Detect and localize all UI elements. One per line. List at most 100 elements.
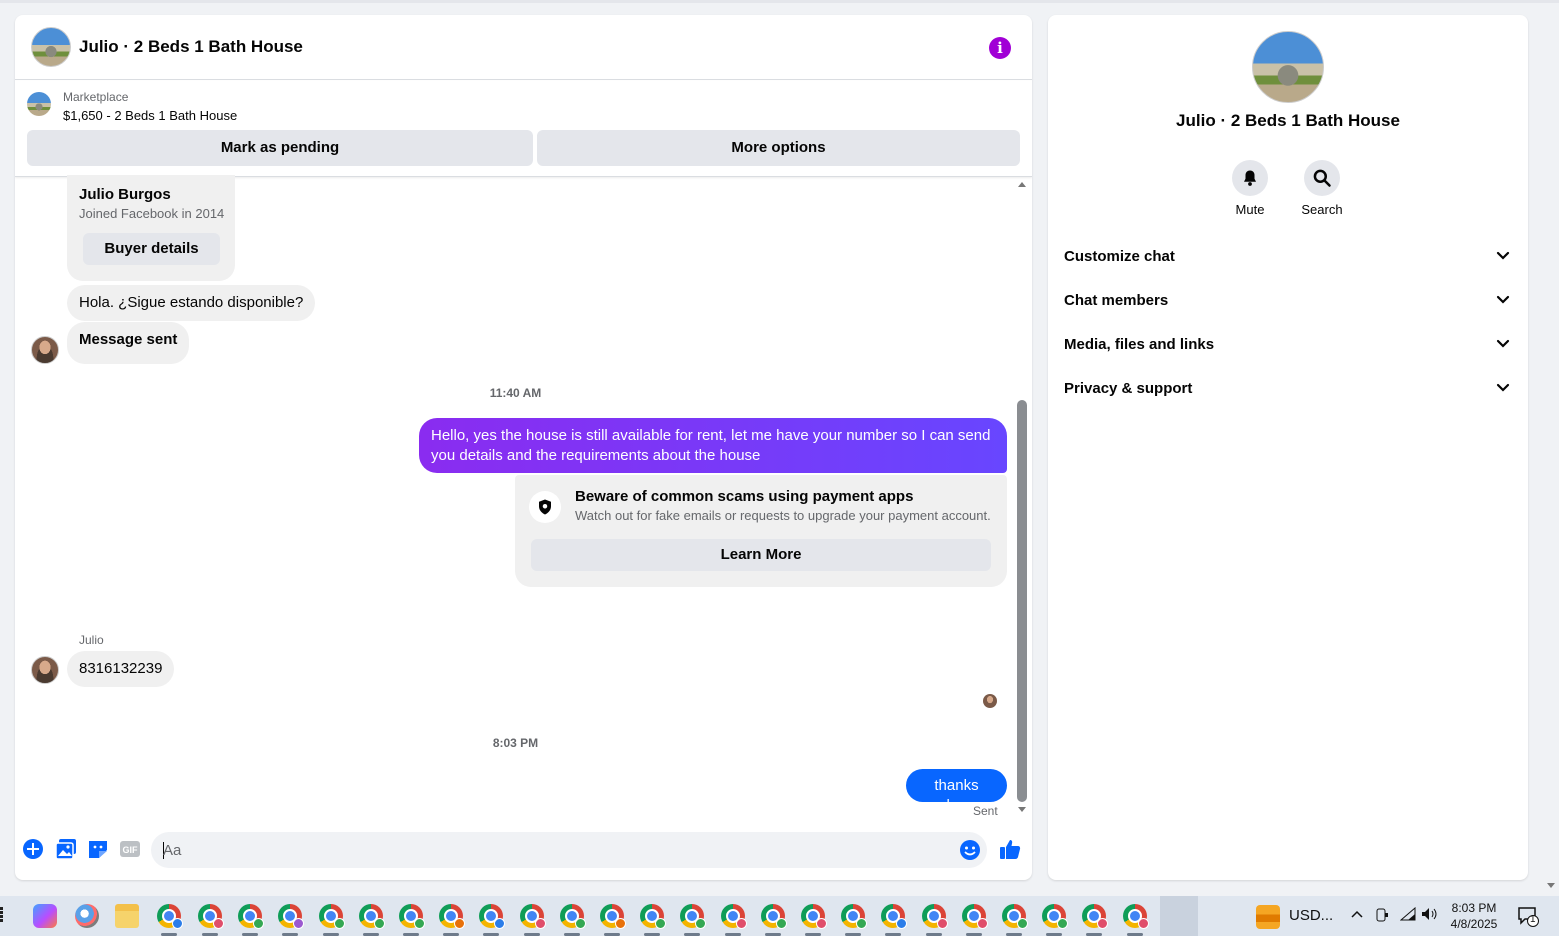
scam-description: Watch out for fake emails or requests to… — [575, 508, 991, 523]
chat-members-section[interactable]: Chat members — [1056, 281, 1520, 321]
profile-badge-icon — [655, 918, 667, 929]
chevron-up-icon[interactable] — [1350, 907, 1364, 924]
message-scrollbar[interactable] — [1017, 400, 1027, 802]
chrome-icon[interactable] — [640, 904, 667, 929]
section-label: Media, files and links — [1064, 336, 1215, 353]
sticker-icon[interactable] — [87, 838, 109, 860]
info-icon[interactable]: i — [989, 37, 1011, 59]
profile-badge-icon — [615, 918, 626, 929]
chrome-icon[interactable] — [760, 904, 787, 929]
emoji-icon[interactable] — [959, 839, 981, 861]
listing-title[interactable]: $1,650 - 2 Beds 1 Bath House — [63, 108, 237, 123]
chrome-icon[interactable] — [1002, 904, 1028, 929]
listing-avatar[interactable] — [31, 27, 71, 67]
start-icon[interactable] — [0, 906, 8, 926]
chrome-icon[interactable] — [198, 904, 224, 929]
chrome-icon[interactable] — [1122, 904, 1149, 929]
chat-title[interactable]: Julio · 2 Beds 1 Bath House — [79, 37, 303, 57]
chrome-icon[interactable] — [881, 904, 908, 929]
outgoing-message[interactable]: thanks dear — [906, 769, 1007, 814]
listing-thumbnail[interactable] — [27, 92, 51, 116]
chrome-icon[interactable] — [1042, 904, 1069, 929]
chrome-icon[interactable] — [680, 904, 707, 929]
chrome-icon[interactable] — [600, 904, 626, 929]
plus-icon[interactable] — [22, 838, 44, 860]
notification-count: 1 — [1530, 914, 1536, 925]
file-explorer-icon[interactable] — [115, 904, 139, 928]
incoming-message[interactable]: Message sent — [67, 322, 190, 364]
chevron-down-icon — [1496, 295, 1510, 304]
section-label: Privacy & support — [1064, 380, 1193, 397]
clock[interactable]: 8:03 PM 4/8/2025 — [1440, 900, 1508, 932]
profile-badge-icon — [1017, 918, 1028, 929]
thumbs-up-icon[interactable] — [999, 838, 1021, 860]
profile-badge-icon — [534, 918, 546, 929]
chrome-icon[interactable] — [439, 904, 466, 929]
chevron-down-icon — [1496, 251, 1510, 260]
sent-status: Sent — [973, 804, 998, 818]
stocks-icon[interactable] — [1256, 905, 1280, 929]
message-input-box[interactable] — [151, 832, 987, 868]
search-icon — [1304, 160, 1340, 196]
customize-chat-section[interactable]: Customize chat — [1056, 237, 1520, 277]
mute-button[interactable]: Mute — [1214, 160, 1286, 217]
incoming-message[interactable]: 8316132239 — [67, 651, 175, 687]
incoming-message[interactable]: Hola. ¿Sigue estando disponible? — [67, 285, 316, 321]
meet-icon[interactable] — [1375, 907, 1389, 926]
buyer-card: Julio Burgos Joined Facebook in 2014 Buy… — [67, 175, 235, 281]
chrome-icon[interactable] — [801, 904, 827, 929]
scroll-up-arrow[interactable] — [1018, 182, 1026, 187]
search-button[interactable]: Search — [1286, 160, 1358, 217]
buyer-details-button[interactable]: Buyer details — [83, 233, 220, 265]
chrome-icon[interactable] — [961, 904, 988, 929]
profile-badge-icon — [735, 918, 747, 929]
buyer-name: Julio Burgos — [79, 186, 171, 203]
paint-icon[interactable] — [75, 904, 99, 928]
chrome-icon[interactable] — [479, 904, 506, 929]
chrome-icon[interactable] — [519, 904, 546, 929]
chevron-down-icon — [1496, 339, 1510, 348]
profile-badge-icon — [414, 918, 425, 929]
marketplace-label: Marketplace — [63, 90, 129, 104]
chrome-icon[interactable] — [278, 904, 305, 929]
outgoing-message[interactable]: Hello, yes the house is still available … — [419, 418, 1007, 473]
privacy-support-section[interactable]: Privacy & support — [1056, 369, 1520, 409]
composer: GIF — [15, 827, 1032, 873]
chrome-icon[interactable] — [318, 904, 345, 929]
scroll-down-arrow[interactable] — [1018, 807, 1026, 812]
chrome-icon[interactable] — [399, 904, 425, 929]
profile-badge-icon — [1097, 918, 1109, 929]
more-options-button[interactable]: More options — [537, 130, 1020, 166]
chrome-icon[interactable] — [157, 904, 183, 929]
chrome-icon[interactable] — [559, 904, 586, 929]
sender-avatar[interactable] — [31, 336, 59, 364]
time: 8:03 PM — [1451, 901, 1497, 915]
chrome-icon[interactable] — [921, 904, 948, 929]
media-files-links-section[interactable]: Media, files and links — [1056, 325, 1520, 365]
profile-badge-icon — [936, 918, 948, 929]
section-label: Chat members — [1064, 292, 1169, 309]
message-input[interactable] — [163, 832, 943, 868]
network-icon[interactable] — [1399, 906, 1416, 924]
copilot-icon[interactable] — [33, 904, 57, 928]
learn-more-button[interactable]: Learn More — [531, 539, 991, 571]
ticker-text[interactable]: USD... — [1289, 907, 1333, 924]
photo-icon[interactable] — [55, 838, 77, 860]
page-scroll-down-arrow[interactable] — [1547, 883, 1555, 888]
mark-pending-button[interactable]: Mark as pending — [27, 130, 533, 166]
chrome-icon[interactable] — [358, 904, 385, 929]
profile-badge-icon — [775, 918, 787, 929]
sender-avatar[interactable] — [31, 656, 59, 684]
profile-badge-icon — [172, 918, 183, 929]
profile-badge-icon — [333, 918, 345, 929]
profile-avatar[interactable] — [1252, 31, 1324, 103]
chrome-icon[interactable] — [720, 904, 747, 929]
chrome-icon[interactable] — [841, 904, 868, 929]
chrome-icon[interactable] — [238, 904, 265, 929]
svg-text:GIF: GIF — [123, 845, 139, 855]
volume-icon[interactable] — [1421, 907, 1439, 924]
buyer-joined: Joined Facebook in 2014 — [79, 206, 225, 221]
chrome-icon[interactable] — [1082, 904, 1109, 929]
gif-icon[interactable]: GIF — [119, 838, 141, 860]
notification-icon[interactable]: 1 — [1517, 905, 1539, 930]
